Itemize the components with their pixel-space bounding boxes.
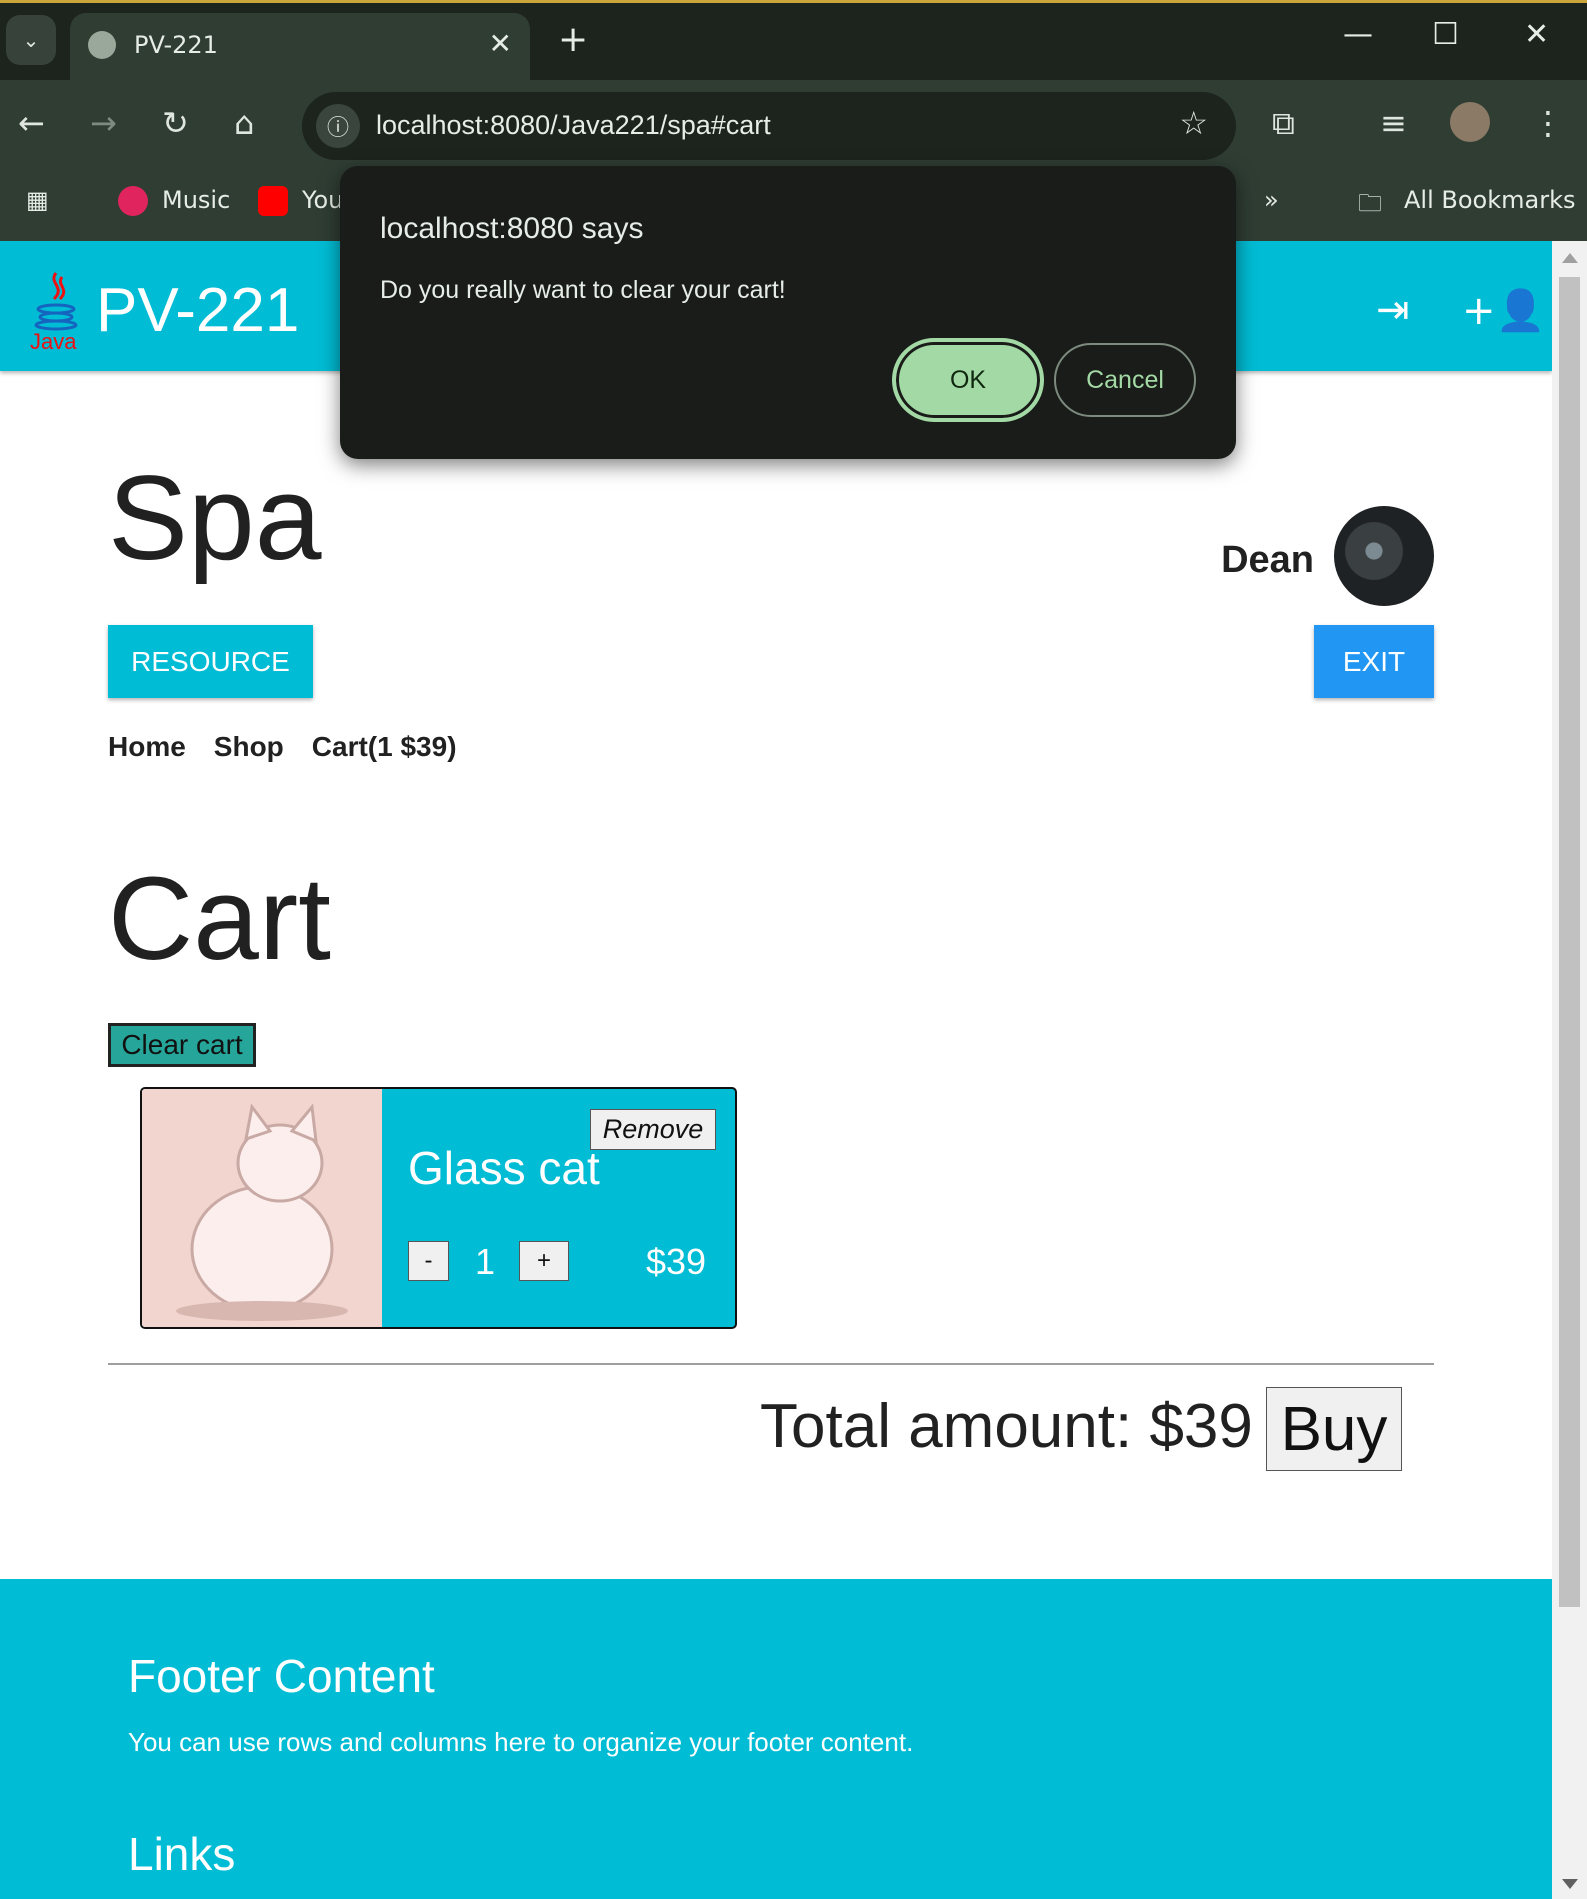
media-icon[interactable]: ≡ (1380, 104, 1407, 142)
page-scrollbar[interactable] (1552, 241, 1587, 1899)
user-avatar (1334, 506, 1434, 606)
footer-title: Footer Content (128, 1650, 435, 1702)
scroll-up-icon[interactable] (1562, 253, 1578, 263)
resource-button[interactable]: RESOURCE (108, 625, 313, 698)
address-bar[interactable]: ⓘ localhost:8080/Java221/spa#cart ☆ (302, 92, 1236, 160)
bookmark-youtube[interactable]: You (302, 186, 343, 214)
login-icon[interactable]: ⇥ (1376, 287, 1410, 333)
add-user-icon[interactable]: +👤 (1462, 287, 1545, 334)
item-name: Glass cat (408, 1142, 600, 1194)
reload-icon[interactable]: ↻ (162, 104, 189, 142)
back-icon[interactable]: ← (18, 104, 45, 142)
footer: Footer Content You can use rows and colu… (0, 1579, 1552, 1899)
new-tab-icon[interactable]: + (558, 19, 588, 60)
globe-icon (88, 31, 116, 59)
footer-text: You can use rows and columns here to org… (128, 1727, 914, 1757)
menu-shop[interactable]: Shop (214, 731, 284, 763)
menu-icon[interactable]: ⋮ (1532, 104, 1564, 142)
close-window-icon[interactable]: ✕ (1524, 17, 1549, 52)
tab-strip: ⌄ PV-221 ✕ + — ☐ ✕ (0, 0, 1587, 83)
chevron-down-icon: ⌄ (22, 28, 40, 52)
bookmark-star-icon[interactable]: ☆ (1179, 104, 1208, 142)
extensions-icon[interactable]: ⧉ (1272, 104, 1295, 143)
site-info-icon[interactable]: ⓘ (316, 104, 360, 148)
java-logo-icon: Java (30, 272, 78, 353)
youtube-icon (258, 186, 288, 216)
tab-search-button[interactable]: ⌄ (6, 15, 56, 65)
forward-icon[interactable]: → (90, 104, 117, 142)
menu-home[interactable]: Home (108, 731, 186, 763)
buy-button[interactable]: Buy (1266, 1387, 1402, 1471)
browser-toolbar: ← → ↻ ⌂ ⓘ localhost:8080/Java221/spa#car… (0, 80, 1587, 172)
cancel-button[interactable]: Cancel (1054, 343, 1196, 417)
increase-quantity-button[interactable]: + (519, 1241, 569, 1281)
divider (108, 1363, 1434, 1365)
total-amount: Total amount: $39 (760, 1392, 1253, 1461)
item-quantity: 1 (475, 1241, 496, 1282)
bookmark-music[interactable]: Music (162, 186, 230, 214)
web-page: Java PV-221 ⇥ +👤 Spa Dean RESOURCE EXIT … (0, 241, 1552, 1899)
dialog-title: localhost:8080 says (380, 212, 644, 245)
brand-name[interactable]: PV-221 (96, 275, 299, 346)
scrollbar-thumb[interactable] (1559, 277, 1580, 1607)
footer-links-title: Links (128, 1828, 236, 1880)
confirm-dialog: localhost:8080 says Do you really want t… (340, 166, 1236, 459)
clear-cart-button[interactable]: Clear cart (108, 1023, 256, 1067)
apps-icon[interactable]: ▦ (26, 186, 49, 214)
url-text: localhost:8080/Java221/spa#cart (376, 110, 771, 140)
product-image (142, 1089, 382, 1327)
remove-button[interactable]: Remove (590, 1109, 716, 1150)
maximize-icon[interactable]: ☐ (1432, 17, 1459, 52)
ok-button[interactable]: OK (892, 338, 1044, 422)
logo-text: Java (30, 329, 77, 353)
music-icon (118, 186, 148, 216)
browser-tab[interactable]: PV-221 ✕ (70, 13, 530, 83)
close-tab-icon[interactable]: ✕ (489, 27, 512, 60)
all-bookmarks[interactable]: All Bookmarks (1404, 186, 1575, 214)
cart-heading: Cart (108, 853, 331, 985)
home-icon[interactable]: ⌂ (234, 104, 254, 142)
page-title: Spa (108, 451, 322, 585)
minimize-icon[interactable]: — (1343, 17, 1373, 52)
username: Dean (1221, 539, 1314, 581)
folder-icon: 🗀 (1358, 189, 1382, 217)
dialog-message: Do you really want to clear your cart! (380, 276, 786, 304)
site-menu: Home Shop Cart(1 $39) (108, 731, 457, 763)
profile-avatar[interactable] (1450, 102, 1490, 142)
scroll-down-icon[interactable] (1562, 1879, 1578, 1889)
cart-item: Glass cat Remove - 1 + $39 (140, 1087, 737, 1329)
exit-button[interactable]: EXIT (1314, 625, 1434, 698)
tab-title: PV-221 (134, 31, 218, 59)
item-price: $39 (646, 1241, 707, 1282)
menu-cart[interactable]: Cart(1 $39) (312, 731, 457, 763)
decrease-quantity-button[interactable]: - (408, 1241, 449, 1281)
more-bookmarks-icon[interactable]: » (1264, 186, 1279, 214)
